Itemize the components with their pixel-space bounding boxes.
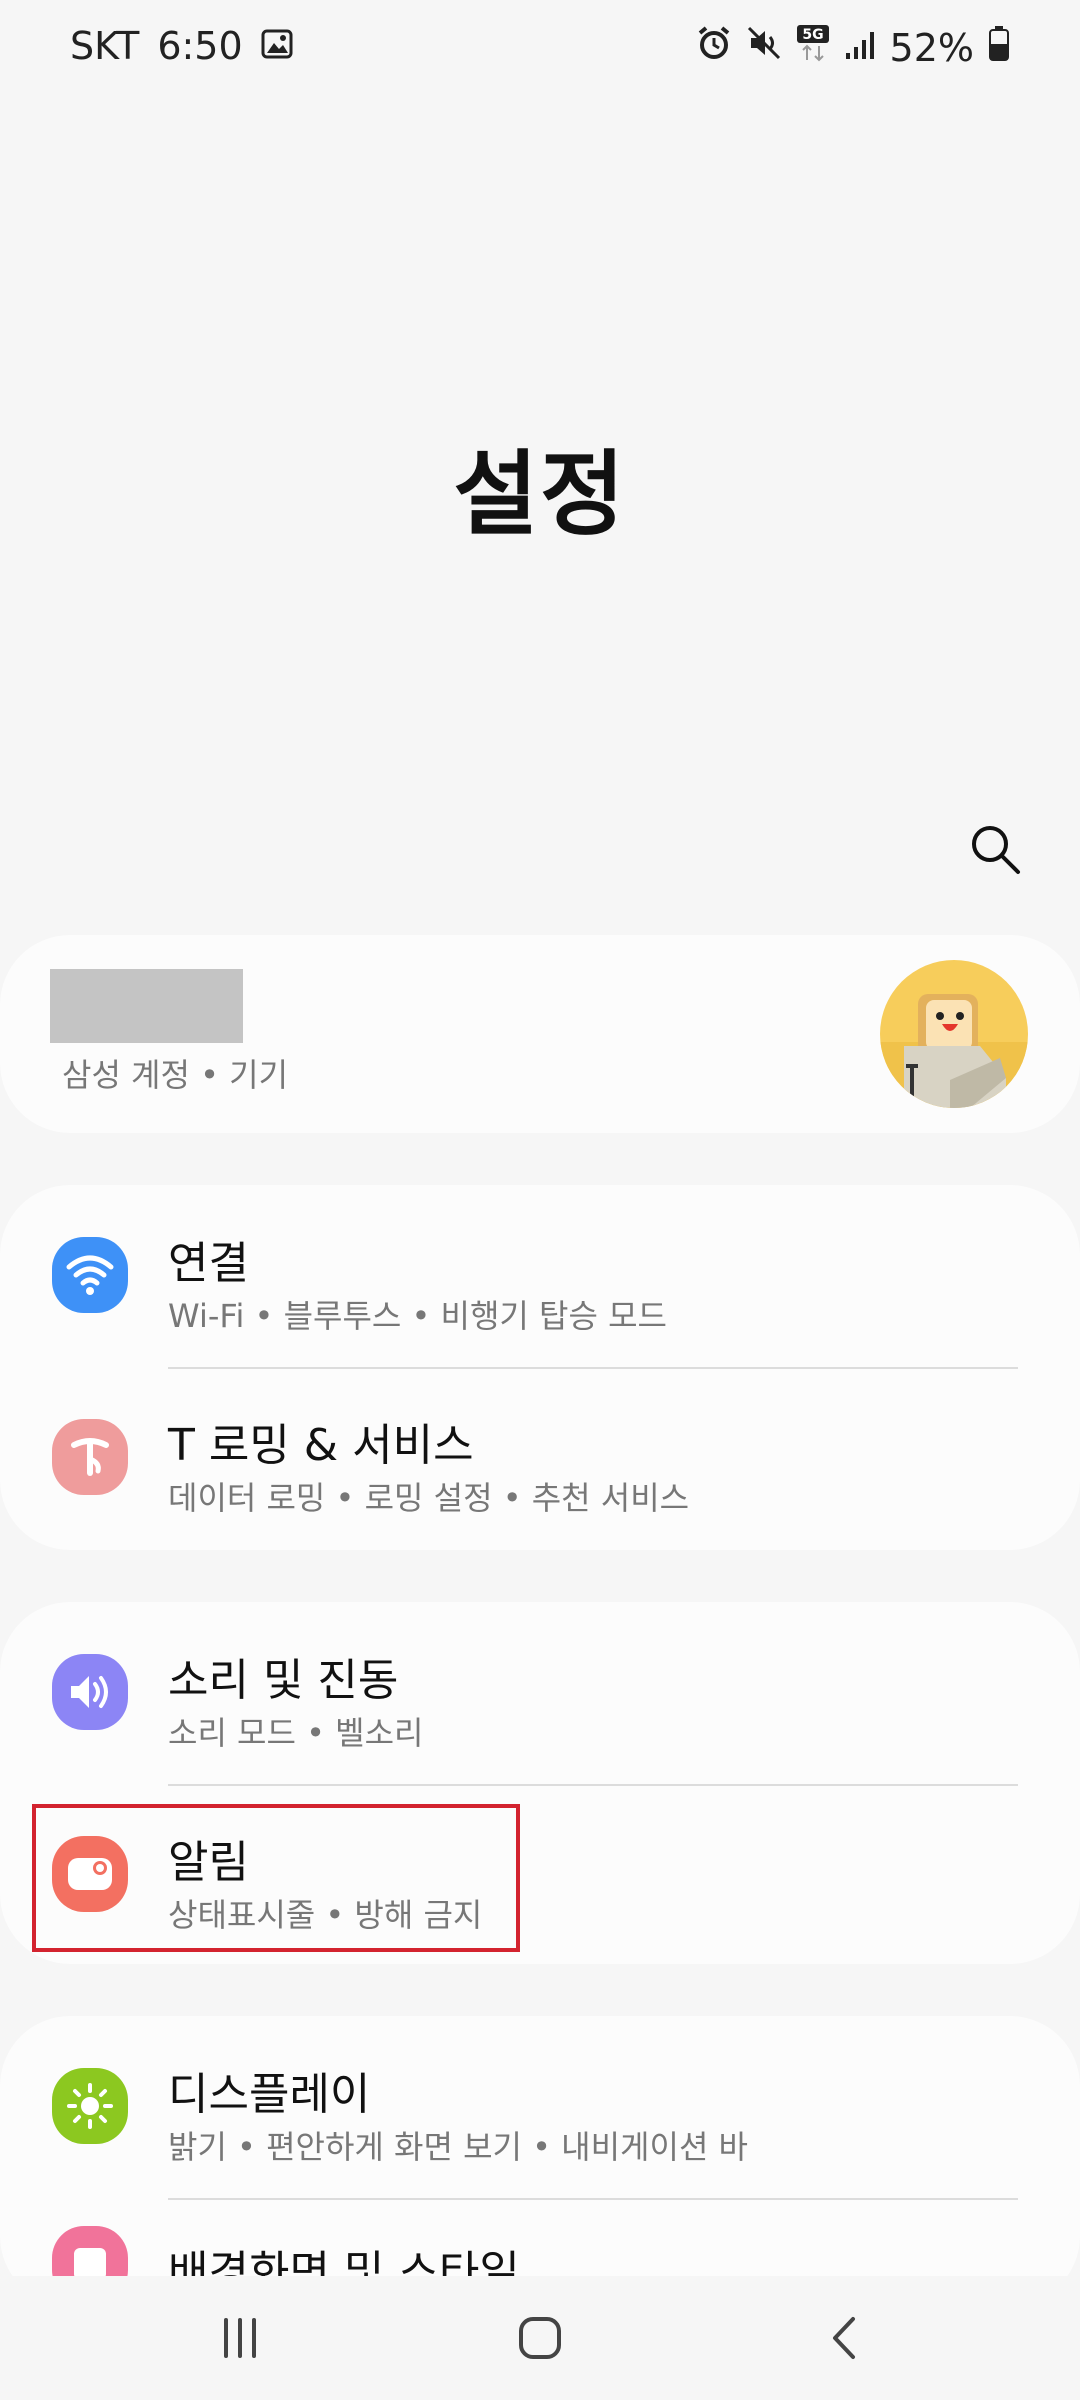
recent-apps-icon <box>224 2318 256 2358</box>
account-subtitle: 삼성 계정 • 기기 <box>62 1056 289 1094</box>
navigation-bar <box>0 2276 1080 2400</box>
search-button[interactable] <box>964 818 1028 882</box>
item-subtitle: 데이터 로밍 • 로밍 설정 • 추천 서비스 <box>168 1479 690 1517</box>
account-card[interactable]: 삼성 계정 • 기기 <box>0 935 1080 1133</box>
item-title: 연결 <box>168 1238 249 1289</box>
item-title: T 로밍 & 서비스 <box>168 1420 474 1471</box>
network-5g-icon: 5G <box>796 24 830 71</box>
item-title: 소리 및 진동 <box>168 1655 399 1706</box>
home-icon <box>519 2317 561 2359</box>
item-subtitle: Wi-Fi • 블루투스 • 비행기 탑승 모드 <box>168 1297 667 1335</box>
settings-item-display[interactable]: 디스플레이 밝기 • 편안하게 화면 보기 • 내비게이션 바 <box>0 2016 1080 2196</box>
carrier-label: SKT <box>70 24 140 68</box>
svg-text:5G: 5G <box>802 27 823 43</box>
clock: 6:50 <box>157 24 243 68</box>
account-name-redacted <box>50 969 243 1043</box>
volume-icon <box>52 1654 128 1730</box>
search-icon <box>972 826 1020 874</box>
item-subtitle: 소리 모드 • 벨소리 <box>168 1714 424 1752</box>
wifi-icon <box>52 1237 128 1313</box>
sun-icon <box>52 2068 128 2144</box>
home-button[interactable] <box>495 2296 585 2380</box>
settings-item-t-roaming[interactable]: T 로밍 & 서비스 데이터 로밍 • 로밍 설정 • 추천 서비스 <box>0 1367 1080 1547</box>
settings-group-connections: 연결 Wi-Fi • 블루투스 • 비행기 탑승 모드 T 로밍 & 서비스 데… <box>0 1185 1080 1550</box>
battery-percent: 52% <box>889 25 974 70</box>
signal-icon <box>844 26 876 70</box>
item-subtitle: 밝기 • 편안하게 화면 보기 • 내비게이션 바 <box>168 2128 748 2166</box>
highlight-box <box>32 1804 520 1952</box>
recent-apps-button[interactable] <box>195 2296 285 2380</box>
t-service-icon <box>52 1419 128 1495</box>
alarm-icon <box>696 25 732 70</box>
battery-icon <box>988 25 1010 70</box>
page-title: 설정 <box>453 441 627 548</box>
item-title: 디스플레이 <box>168 2069 371 2120</box>
back-icon <box>833 2317 855 2359</box>
gallery-notification-icon <box>261 24 293 68</box>
back-button[interactable] <box>800 2296 890 2380</box>
settings-group-display: 디스플레이 밝기 • 편안하게 화면 보기 • 내비게이션 바 배경화면 및 스… <box>0 2016 1080 2306</box>
avatar[interactable] <box>880 960 1028 1108</box>
settings-item-connections[interactable]: 연결 Wi-Fi • 블루투스 • 비행기 탑승 모드 <box>0 1185 1080 1365</box>
settings-item-sound[interactable]: 소리 및 진동 소리 모드 • 벨소리 <box>0 1602 1080 1782</box>
status-bar: SKT 6:50 5G 52% <box>0 0 1080 96</box>
mute-icon <box>746 25 782 70</box>
